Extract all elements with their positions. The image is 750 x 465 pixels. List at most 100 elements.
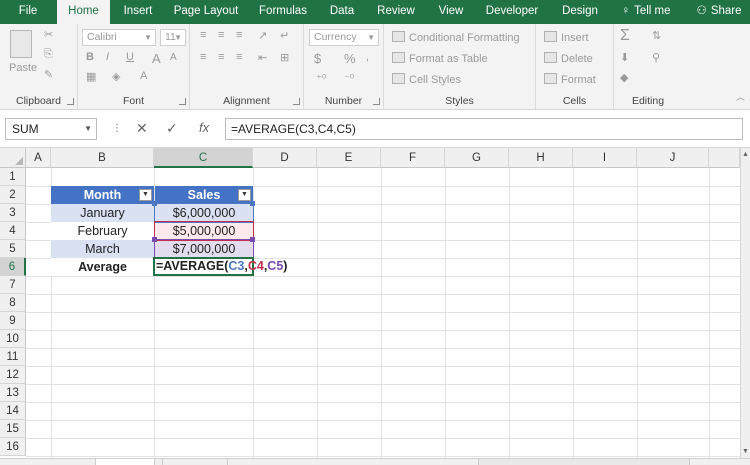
column-header-j[interactable]: J [637, 148, 709, 168]
decrease-decimal-icon[interactable]: ⁻⁰ [344, 72, 354, 85]
filter-dropdown-icon[interactable]: ▼ [139, 189, 152, 201]
tab-page-layout[interactable]: Page Layout [168, 0, 244, 24]
tab-home[interactable]: Home [57, 0, 110, 24]
row-header-7[interactable]: 7 [0, 276, 26, 294]
table-header-sales[interactable]: Sales ▼ [155, 186, 253, 204]
scroll-down-icon[interactable]: ▼ [742, 448, 749, 455]
paste-icon[interactable] [10, 30, 32, 58]
row-header-14[interactable]: 14 [0, 402, 26, 420]
reference-handle[interactable] [152, 201, 157, 206]
formula-input[interactable]: =AVERAGE(C3,C4,C5) [225, 118, 743, 140]
tell-me-button[interactable]: ♀ Tell me [614, 0, 678, 24]
row-header-16[interactable]: 16 [0, 438, 26, 456]
bold-button[interactable]: B [86, 51, 94, 63]
tab-data[interactable]: Data [322, 0, 362, 24]
insert-function-icon[interactable]: fx [199, 120, 209, 135]
autosum-icon[interactable]: Σ [620, 27, 630, 45]
number-format-select[interactable]: Currency ▼ [309, 29, 379, 46]
number-launcher-icon[interactable] [373, 98, 380, 105]
filter-dropdown-icon[interactable]: ▼ [238, 189, 251, 201]
active-cell-editor[interactable]: =AVERAGE(C3,C4,C5) [153, 257, 287, 276]
shrink-font-button[interactable]: A [170, 52, 177, 63]
fill-color-icon[interactable]: ◈ [112, 70, 120, 83]
row-header-6[interactable]: 6 [0, 258, 26, 276]
column-header-f[interactable]: F [381, 148, 445, 168]
collapse-ribbon-icon[interactable]: ︿ [736, 90, 745, 103]
column-header-i[interactable]: I [573, 148, 637, 168]
scroll-up-icon[interactable]: ▲ [742, 151, 749, 158]
row-header-9[interactable]: 9 [0, 312, 26, 330]
row-header-5[interactable]: 5 [0, 240, 26, 258]
comma-style-icon[interactable]: , [366, 51, 369, 63]
grow-font-button[interactable]: A [152, 51, 161, 66]
orientation-icon[interactable]: ↗ [258, 29, 267, 42]
font-name-select[interactable]: Calibri ▼ [82, 29, 156, 46]
reference-handle[interactable] [250, 237, 255, 242]
font-color-icon[interactable]: A [140, 70, 147, 82]
table-cell[interactable]: January [51, 204, 154, 222]
cut-icon[interactable]: ✂ [44, 28, 53, 41]
conditional-formatting-button[interactable]: Conditional Formatting [392, 31, 520, 44]
select-all-button[interactable] [0, 148, 26, 168]
format-painter-icon[interactable]: ✎ [44, 68, 53, 81]
column-header-e[interactable]: E [317, 148, 381, 168]
row-header-11[interactable]: 11 [0, 348, 26, 366]
increase-decimal-icon[interactable]: ⁺⁰ [316, 72, 326, 85]
column-header-b[interactable]: B [51, 148, 154, 168]
table-total-label[interactable]: Average [51, 258, 154, 276]
share-button[interactable]: ⚇ Share [690, 0, 748, 24]
borders-icon[interactable]: ▦ [86, 70, 96, 83]
left-align-icon[interactable]: ≡ [200, 51, 206, 63]
table-cell[interactable]: $7,000,000 [155, 240, 253, 258]
row-header-8[interactable]: 8 [0, 294, 26, 312]
tab-file[interactable]: File [0, 0, 56, 24]
sheet-tab-active[interactable] [95, 459, 155, 465]
cancel-icon[interactable]: ✕ [136, 120, 148, 137]
sort-filter-icon[interactable]: ⇅ [652, 29, 661, 42]
reference-handle[interactable] [152, 237, 157, 242]
font-size-select[interactable]: 11 ▼ [160, 29, 186, 46]
row-header-12[interactable]: 12 [0, 366, 26, 384]
enter-icon[interactable]: ✓ [166, 120, 178, 137]
tab-design[interactable]: Design [554, 0, 606, 24]
table-cell[interactable]: March [51, 240, 154, 258]
italic-button[interactable]: I [106, 51, 109, 63]
row-header-3[interactable]: 3 [0, 204, 26, 222]
find-select-icon[interactable]: ⚲ [652, 51, 660, 64]
paste-button[interactable]: Paste [9, 62, 37, 74]
column-header-d[interactable]: D [253, 148, 317, 168]
fill-icon[interactable]: ⬇ [620, 51, 629, 64]
row-header-15[interactable]: 15 [0, 420, 26, 438]
table-cell[interactable]: $6,000,000 [155, 204, 253, 222]
wrap-text-icon[interactable]: ↵ [280, 29, 289, 42]
delete-cells-button[interactable]: Delete [544, 52, 593, 65]
percent-button[interactable]: % [344, 51, 356, 66]
reference-handle[interactable] [250, 201, 255, 206]
horizontal-scrollbar[interactable] [478, 459, 690, 465]
font-launcher-icon[interactable] [179, 98, 186, 105]
row-header-2[interactable]: 2 [0, 186, 26, 204]
center-align-icon[interactable]: ≡ [218, 51, 224, 63]
middle-align-icon[interactable]: ≡ [218, 29, 224, 41]
row-header-1[interactable]: 1 [0, 168, 26, 186]
copy-icon[interactable]: ⎘ [44, 48, 53, 61]
row-header-10[interactable]: 10 [0, 330, 26, 348]
right-align-icon[interactable]: ≡ [236, 51, 242, 63]
column-header-h[interactable]: H [509, 148, 573, 168]
more-options-icon[interactable]: ⋮ [112, 123, 122, 134]
cell-styles-button[interactable]: Cell Styles [392, 73, 461, 86]
top-align-icon[interactable]: ≡ [200, 29, 206, 41]
decrease-indent-icon[interactable]: ⇤ [258, 51, 267, 64]
insert-cells-button[interactable]: Insert [544, 31, 589, 44]
table-cell[interactable]: February [51, 222, 154, 240]
clear-icon[interactable]: ◆ [620, 71, 628, 84]
clipboard-launcher-icon[interactable] [67, 98, 74, 105]
table-header-month[interactable]: Month ▼ [51, 186, 154, 204]
column-header-g[interactable]: G [445, 148, 509, 168]
alignment-launcher-icon[interactable] [293, 98, 300, 105]
name-box[interactable]: SUM ▼ [5, 118, 97, 140]
bottom-align-icon[interactable]: ≡ [236, 29, 242, 41]
tab-formulas[interactable]: Formulas [252, 0, 314, 24]
tab-view[interactable]: View [430, 0, 472, 24]
column-header-c[interactable]: C [154, 148, 253, 168]
